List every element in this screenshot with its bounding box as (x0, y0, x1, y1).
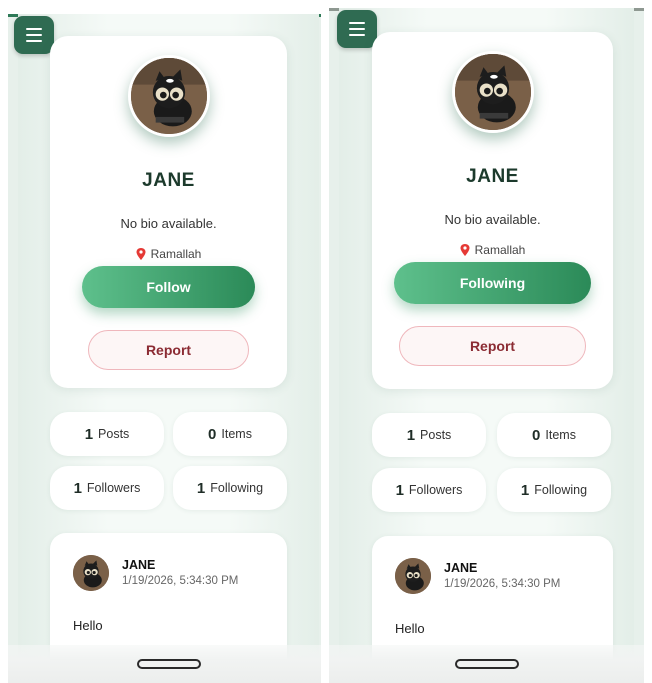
location-pin-icon (136, 248, 146, 260)
menu-button[interactable] (14, 16, 54, 54)
profile-name: JANE (466, 166, 519, 187)
avatar[interactable] (451, 51, 534, 133)
location-text: Ramallah (474, 243, 526, 257)
avatar-image (454, 54, 531, 130)
menu-icon (26, 40, 42, 42)
avatar-image (73, 555, 109, 591)
stat-following[interactable]: 1 Following (497, 468, 611, 512)
stat-followers-value: 1 (395, 481, 404, 499)
profile-location: Ramallah (372, 243, 613, 257)
stat-items-label: Items (545, 428, 576, 442)
avatar-image (130, 58, 207, 134)
profile-bio: No bio available. (444, 212, 541, 227)
profile-card: JANE No bio available. Ramallah Follow R… (50, 36, 287, 388)
report-button[interactable]: Report (88, 330, 249, 370)
stat-following-value: 1 (196, 479, 206, 497)
avatar-image (395, 558, 431, 594)
home-handle[interactable] (136, 659, 201, 669)
stat-posts[interactable]: 1 Posts (372, 413, 486, 457)
location-pin-icon (460, 244, 470, 256)
stat-items-label: Items (221, 427, 252, 441)
stat-followers[interactable]: 1 Followers (372, 468, 486, 512)
menu-icon (26, 28, 42, 30)
profile-card: JANE No bio available. Ramallah Followin… (372, 32, 613, 389)
screen-before: JANE No bio available. Ramallah Follow R… (8, 14, 329, 683)
stat-items[interactable]: 0 Items (497, 413, 611, 457)
menu-icon (349, 22, 365, 24)
post-author[interactable]: JANE (444, 561, 477, 575)
stat-posts-label: Posts (98, 427, 130, 441)
profile-bio: No bio available. (120, 216, 217, 231)
home-handle[interactable] (454, 659, 519, 669)
stat-posts[interactable]: 1 Posts (50, 412, 164, 456)
stat-posts-value: 1 (406, 426, 416, 444)
post-timestamp: 1/19/2026, 5:34:30 PM (122, 575, 239, 587)
system-nav-bar (8, 645, 329, 683)
menu-icon (26, 34, 42, 36)
post-author[interactable]: JANE (122, 558, 155, 572)
stat-items-value: 0 (532, 426, 541, 444)
stat-posts-label: Posts (420, 428, 452, 442)
post-avatar[interactable] (395, 558, 431, 594)
post-avatar[interactable] (73, 555, 109, 591)
menu-icon (349, 28, 365, 30)
system-nav-bar (329, 645, 644, 683)
menu-icon (349, 34, 365, 36)
stat-following-label: Following (210, 481, 264, 495)
stat-followers-label: Followers (86, 481, 141, 495)
avatar[interactable] (127, 55, 210, 137)
stat-following[interactable]: 1 Following (173, 466, 287, 510)
profile-location: Ramallah (50, 247, 287, 261)
screen-divider (321, 0, 329, 683)
stat-following-label: Following (534, 483, 588, 497)
post-timestamp: 1/19/2026, 5:34:30 PM (444, 578, 561, 590)
follow-button[interactable]: Follow (82, 266, 255, 308)
stat-items-value: 0 (208, 425, 217, 443)
stat-items[interactable]: 0 Items (173, 412, 287, 456)
stat-following-value: 1 (520, 481, 530, 499)
location-text: Ramallah (150, 247, 202, 261)
stat-followers-label: Followers (408, 483, 463, 497)
stat-followers[interactable]: 1 Followers (50, 466, 164, 510)
stat-followers-value: 1 (73, 479, 82, 497)
report-button[interactable]: Report (399, 326, 586, 366)
post-text: Hello (395, 621, 425, 636)
post-text: Hello (73, 618, 103, 633)
profile-name: JANE (142, 170, 195, 191)
screen-after: JANE No bio available. Ramallah Followin… (329, 8, 644, 683)
menu-button[interactable] (337, 10, 377, 48)
stat-posts-value: 1 (84, 425, 94, 443)
following-button[interactable]: Following (394, 262, 591, 304)
